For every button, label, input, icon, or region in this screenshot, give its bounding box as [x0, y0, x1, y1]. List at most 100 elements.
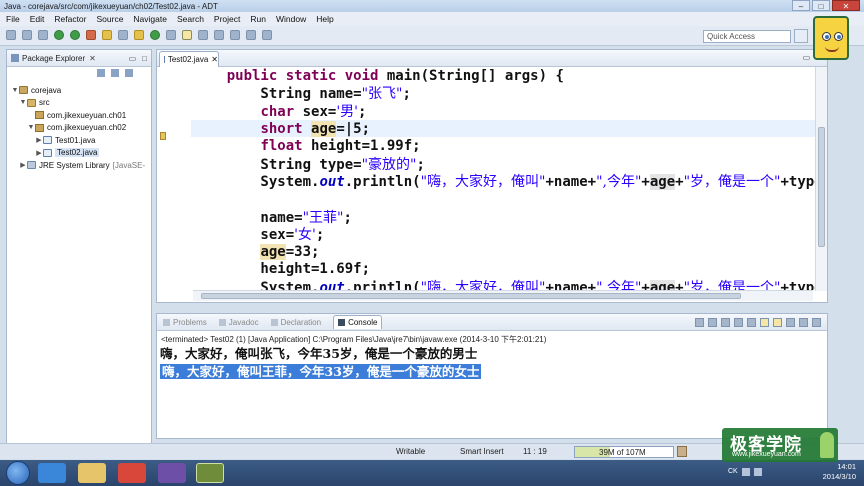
twisty-icon[interactable]: ▼ — [19, 99, 27, 106]
close-icon[interactable]: ✕ — [89, 54, 96, 63]
show-whitespace-icon[interactable] — [198, 30, 208, 40]
tree-item[interactable]: ▼ src — [7, 97, 151, 110]
maximize-icon[interactable]: □ — [142, 54, 147, 63]
menu-help[interactable]: Help — [316, 14, 333, 24]
twisty-icon[interactable]: ▼ — [11, 87, 19, 94]
new-class-icon[interactable] — [102, 30, 112, 40]
explorer-icon[interactable] — [78, 463, 106, 483]
start-button[interactable] — [6, 461, 30, 485]
android-sdk-icon[interactable] — [150, 30, 160, 40]
toggle-mark-icon[interactable] — [182, 30, 192, 40]
code-line[interactable]: 18 age=33; — [157, 243, 817, 261]
remove-launch-icon[interactable] — [708, 318, 717, 327]
console-output-line[interactable]: 嗨，大家好，俺叫张飞，今年35岁，俺是一个豪放的男士 — [157, 345, 827, 363]
tree-item[interactable]: ▶ Test01.java — [7, 134, 151, 147]
minimize-icon[interactable]: – — [792, 0, 810, 11]
scroll-lock-icon[interactable] — [747, 318, 756, 327]
menu-refactor[interactable]: Refactor — [54, 14, 86, 24]
search-icon[interactable] — [134, 30, 144, 40]
editor-tab-test02[interactable]: Test02.java ✕ — [159, 51, 219, 67]
ie-icon[interactable] — [38, 463, 66, 483]
back-icon[interactable] — [246, 30, 256, 40]
volume-icon[interactable] — [753, 468, 762, 476]
code-area[interactable]: 8 public static void main(String[] args)… — [157, 67, 817, 291]
view-menu-icon[interactable] — [125, 69, 133, 77]
menu-window[interactable]: Window — [276, 14, 306, 24]
chrome-icon[interactable] — [118, 463, 146, 483]
tab-javadoc[interactable]: Javadoc — [218, 318, 259, 327]
tree-item[interactable]: ▶ Test02.java — [7, 147, 151, 160]
code-line[interactable]: 19 height=1.69f; — [157, 261, 817, 279]
scroll-thumb[interactable] — [201, 293, 741, 299]
twisty-icon[interactable]: ▼ — [27, 124, 35, 131]
run-icon[interactable] — [70, 30, 80, 40]
code-line[interactable]: 16 name="王菲"; — [157, 208, 817, 226]
tree-item[interactable]: ▶ JRE System Library [JavaSE- — [7, 159, 151, 172]
tab-declaration[interactable]: Declaration — [270, 318, 321, 327]
console-output[interactable]: 嗨，大家好，俺叫张飞，今年35岁，俺是一个豪放的男士 嗨，大家好，俺叫王菲，今年3… — [157, 345, 827, 381]
minimize-icon[interactable] — [799, 318, 808, 327]
avd-manager-icon[interactable] — [166, 30, 176, 40]
clear-console-icon[interactable] — [734, 318, 743, 327]
perspective-icon[interactable] — [794, 29, 808, 43]
code-line[interactable]: 15 — [157, 190, 817, 208]
clock[interactable]: 14:01 2014/3/10 — [823, 462, 856, 482]
garbage-collect-icon[interactable] — [677, 446, 687, 457]
scroll-thumb[interactable] — [818, 127, 825, 247]
open-console-icon[interactable] — [786, 318, 795, 327]
save-icon[interactable] — [22, 30, 32, 40]
terminate-icon[interactable] — [695, 318, 704, 327]
media-player-icon[interactable] — [158, 463, 186, 483]
warning-marker-icon[interactable] — [160, 132, 166, 140]
code-line[interactable]: 10 char sex='男'; — [157, 102, 817, 120]
next-annotation-icon[interactable] — [214, 30, 224, 40]
pin-console-icon[interactable] — [760, 318, 769, 327]
maximize-icon[interactable] — [812, 318, 821, 327]
close-icon[interactable]: ✕ — [832, 0, 860, 11]
menu-source[interactable]: Source — [96, 14, 123, 24]
code-line[interactable]: 12 float height=1.99f; — [157, 137, 817, 155]
editor-horizontal-scrollbar[interactable] — [193, 290, 813, 301]
code-line[interactable]: 17 sex='女'; — [157, 225, 817, 243]
eclipse-taskbar-icon[interactable] — [196, 463, 224, 483]
open-type-icon[interactable] — [118, 30, 128, 40]
menu-run[interactable]: Run — [250, 14, 266, 24]
prev-annotation-icon[interactable] — [230, 30, 240, 40]
twisty-icon[interactable]: ▶ — [35, 149, 43, 157]
debug-icon[interactable] — [54, 30, 64, 40]
code-line[interactable]: 8 public static void main(String[] args)… — [157, 67, 817, 85]
twisty-icon[interactable]: ▶ — [35, 136, 43, 144]
new-icon[interactable] — [6, 30, 16, 40]
tree-item[interactable]: ▼ com.jikexueyuan.ch02 — [7, 122, 151, 135]
package-explorer-tab[interactable]: Package Explorer ✕ ▭ □ — [7, 50, 151, 67]
link-with-editor-icon[interactable] — [111, 69, 119, 77]
print-icon[interactable] — [38, 30, 48, 40]
forward-icon[interactable] — [262, 30, 272, 40]
quick-access-input[interactable]: Quick Access — [703, 30, 791, 43]
tree-item[interactable]: com.jikexueyuan.ch01 — [7, 109, 151, 122]
menu-edit[interactable]: Edit — [30, 14, 45, 24]
menu-navigate[interactable]: Navigate — [133, 14, 167, 24]
editor-vertical-scrollbar[interactable] — [815, 67, 827, 291]
language-indicator[interactable]: CK — [728, 468, 738, 476]
menu-project[interactable]: Project — [214, 14, 240, 24]
twisty-icon[interactable]: ▶ — [19, 161, 27, 169]
tree-item[interactable]: ▼ corejava — [7, 84, 151, 97]
minimize-icon[interactable]: ▭ — [129, 54, 137, 63]
console-output-line[interactable]: 嗨，大家好，俺叫王菲，今年33岁，俺是一个豪放的女士 — [157, 363, 827, 381]
external-tools-icon[interactable] — [86, 30, 96, 40]
code-line[interactable]: 13 String type="豪放的"; — [157, 155, 817, 173]
code-line[interactable]: 14 System.out.println("嗨，大家好，俺叫"+name+",… — [157, 173, 817, 191]
tab-problems[interactable]: Problems — [163, 318, 207, 327]
code-line[interactable]: 9 String name="张飞"; — [157, 85, 817, 102]
display-selected-icon[interactable] — [773, 318, 782, 327]
menu-file[interactable]: File — [6, 14, 20, 24]
close-icon[interactable]: ✕ — [211, 55, 218, 64]
collapse-all-icon[interactable] — [97, 69, 105, 77]
menu-search[interactable]: Search — [177, 14, 204, 24]
network-icon[interactable] — [741, 468, 750, 476]
remove-all-icon[interactable] — [721, 318, 730, 327]
maximize-icon[interactable]: □ — [812, 0, 830, 11]
tab-console[interactable]: Console — [333, 315, 383, 329]
code-line[interactable]: 11 short age=|5; — [157, 119, 817, 138]
